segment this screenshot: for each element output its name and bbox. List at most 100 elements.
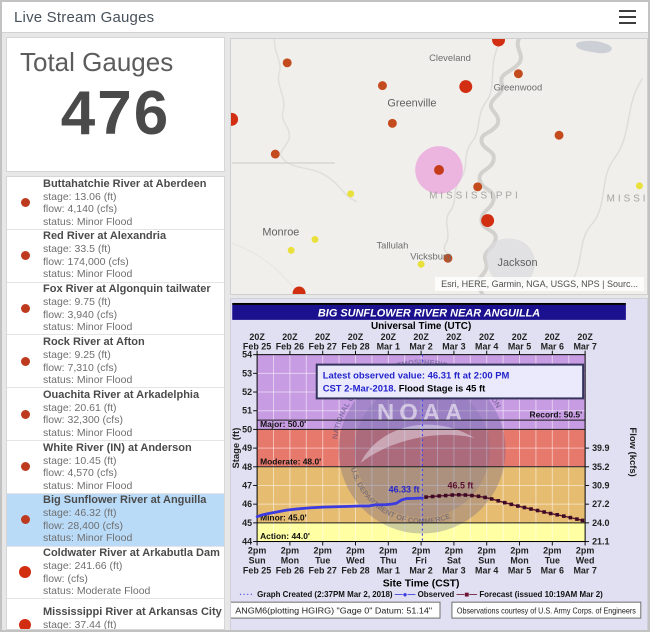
gauge-dot[interactable] — [418, 261, 425, 268]
svg-text:20Z: 20Z — [315, 332, 331, 342]
svg-text:Mar 5: Mar 5 — [508, 342, 531, 352]
gauge-list-item[interactable]: Big Sunflower River at Anguillastage: 46… — [7, 494, 224, 547]
gauge-list-item[interactable]: Buttahatchie River at Aberdeenstage: 13.… — [7, 177, 224, 230]
svg-text:20Z: 20Z — [545, 332, 561, 342]
gauge-dot[interactable] — [388, 119, 397, 128]
svg-text:Feb 27: Feb 27 — [309, 342, 337, 352]
map-label: Greenville — [387, 97, 436, 109]
svg-text:Observations courtesy of U.S.: Observations courtesy of U.S. Army Corps… — [457, 606, 636, 616]
app-window: Live Stream Gauges Total Gauges 476 Butt… — [0, 0, 650, 632]
map-panel[interactable]: ClevelandGreenwoodGreenvilleMISSISSIPPIM… — [230, 38, 648, 295]
header: Live Stream Gauges — [2, 2, 648, 33]
gauge-dot[interactable] — [459, 80, 472, 93]
gauge-dot[interactable] — [636, 182, 643, 189]
svg-text:49: 49 — [242, 443, 252, 453]
svg-text:50: 50 — [242, 424, 252, 434]
svg-text:20Z: 20Z — [348, 332, 364, 342]
selected-gauge-dot[interactable] — [434, 165, 444, 175]
flood-boundary-label: Action: 44.0' — [260, 531, 310, 541]
gauge-list-item[interactable]: Rock River at Aftonstage: 9.25 (ft)flow:… — [7, 335, 224, 388]
gauge-status-dot — [7, 619, 43, 630]
svg-text:Thu: Thu — [380, 555, 396, 565]
gauge-status-dot — [7, 410, 43, 419]
gauge-dot[interactable] — [481, 214, 494, 227]
gauge-status-dot — [7, 566, 43, 578]
svg-text:2pm: 2pm — [576, 545, 594, 555]
flow-axis-label: Flow (kcfs) — [627, 427, 638, 476]
svg-text:Tue: Tue — [315, 555, 330, 565]
value-annotation: 46.33 ft — [389, 485, 420, 495]
svg-text:Sun: Sun — [249, 555, 266, 565]
gauge-list: Buttahatchie River at Aberdeenstage: 13.… — [6, 176, 225, 630]
svg-text:54: 54 — [242, 350, 252, 360]
map-canvas[interactable]: ClevelandGreenwoodGreenvilleMISSISSIPPIM… — [231, 39, 647, 294]
chart-top-axis-title: Universal Time (UTC) — [371, 321, 471, 332]
svg-text:2pm: 2pm — [346, 545, 364, 555]
svg-text:Mar 2: Mar 2 — [409, 565, 432, 575]
gauge-dot[interactable] — [231, 113, 238, 126]
map-label: MISSISSIPPI — [429, 191, 521, 202]
gauge-list-item[interactable]: Mississippi River at Arkansas Citystage:… — [7, 599, 224, 630]
observations-credit-box: Observations courtesy of U.S. Army Corps… — [452, 602, 641, 618]
total-gauges-card: Total Gauges 476 — [6, 37, 225, 172]
svg-text:Feb 28: Feb 28 — [341, 342, 369, 352]
svg-text:Latest observed value: 46.31 f: Latest observed value: 46.31 ft at 2:00 … — [323, 371, 510, 382]
svg-text:Mar 3: Mar 3 — [442, 565, 465, 575]
gauge-list-item[interactable]: Coldwater River at Arkabutla Damstage: 2… — [7, 547, 224, 600]
svg-text:Feb 26: Feb 26 — [276, 342, 304, 352]
svg-text:51: 51 — [242, 406, 252, 416]
gauge-status-dot — [7, 251, 43, 260]
svg-text:20Z: 20Z — [282, 332, 298, 342]
svg-text:30.9: 30.9 — [592, 480, 609, 490]
svg-text:20Z: 20Z — [381, 332, 397, 342]
gauge-status-dot — [7, 357, 43, 366]
gauge-dot[interactable] — [288, 247, 295, 254]
svg-text:24.0: 24.0 — [592, 518, 609, 528]
gauge-list-item[interactable]: Red River at Alexandriastage: 33.5 (ft)f… — [7, 230, 224, 283]
gauge-status-dot — [7, 515, 43, 524]
gauge-dot[interactable] — [378, 81, 387, 90]
map-label: Greenwood — [494, 82, 543, 93]
gauge-status-dot — [7, 304, 43, 313]
chart-legend: ···· Graph Created (2:37PM Mar 2, 2018) … — [239, 590, 603, 599]
svg-text:Wed: Wed — [346, 555, 365, 565]
gauge-status-dot — [7, 198, 43, 207]
svg-text:Feb 27: Feb 27 — [309, 565, 337, 575]
value-annotation: 46.5 ft — [448, 480, 474, 490]
gauge-item-text: Red River at Alexandriastage: 33.5 (ft)f… — [43, 230, 224, 281]
gauge-list-item[interactable]: White River (IN) at Andersonstage: 10.45… — [7, 441, 224, 494]
svg-text:20Z: 20Z — [479, 332, 495, 342]
gauge-dot[interactable] — [492, 39, 505, 46]
gauge-list-item[interactable]: Fox River at Algonquin tailwaterstage: 9… — [7, 283, 224, 336]
svg-text:39.9: 39.9 — [592, 443, 609, 453]
total-gauges-label: Total Gauges — [7, 38, 224, 78]
gauge-dot[interactable] — [514, 69, 523, 78]
gauge-dot[interactable] — [293, 287, 306, 294]
gauge-dot[interactable] — [555, 131, 564, 140]
gauge-item-text: Coldwater River at Arkabutla Damstage: 2… — [43, 547, 224, 598]
svg-text:Mar 6: Mar 6 — [541, 565, 564, 575]
map-label: Jackson — [498, 257, 538, 269]
svg-text:Mar 5: Mar 5 — [508, 565, 531, 575]
menu-button[interactable] — [619, 8, 636, 26]
map-label: Monroe — [262, 226, 299, 238]
gauge-dot[interactable] — [283, 58, 292, 67]
gauge-item-text: Big Sunflower River at Anguillastage: 46… — [43, 494, 224, 545]
total-gauges-value: 476 — [7, 78, 224, 149]
datum-info-box: ANGM6(plotting HGIRG) "Gage 0" Datum: 51… — [231, 602, 440, 618]
gauge-item-text: White River (IN) at Andersonstage: 10.45… — [43, 442, 224, 493]
svg-text:Mar 1: Mar 1 — [377, 342, 400, 352]
svg-text:48: 48 — [242, 462, 252, 472]
gauge-dot[interactable] — [347, 190, 354, 197]
svg-text:47: 47 — [242, 480, 252, 490]
gauge-status-dot — [7, 462, 43, 471]
svg-text:21.1: 21.1 — [592, 537, 609, 547]
gauge-dot[interactable] — [271, 150, 280, 159]
gauge-dot[interactable] — [312, 236, 319, 243]
map-label: Vicksburg — [410, 250, 451, 261]
svg-text:45: 45 — [242, 518, 252, 528]
flood-boundary-label: Moderate: 48.0' — [260, 456, 321, 466]
svg-text:2pm: 2pm — [281, 545, 299, 555]
gauge-list-item[interactable]: Ouachita River at Arkadelphiastage: 20.6… — [7, 388, 224, 441]
map-label: Tallulah — [376, 239, 408, 250]
